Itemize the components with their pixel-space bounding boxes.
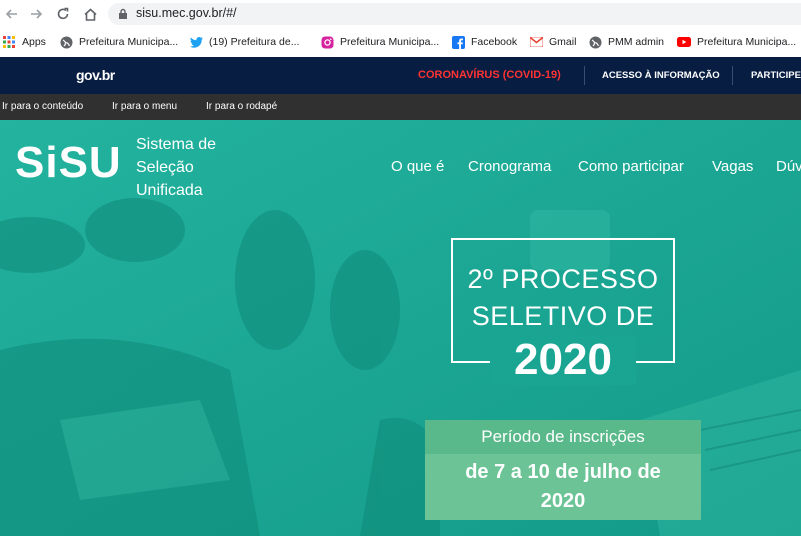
- divider: [732, 66, 733, 85]
- bookmark-prefeitura-1[interactable]: Prefeitura Municipa...: [59, 34, 178, 50]
- bookmark-youtube[interactable]: Prefeitura Municipa...: [677, 34, 796, 50]
- gov-br-logo[interactable]: gov.br: [76, 67, 115, 83]
- inscricoes-period-box: Período de inscrições de 7 a 10 de julho…: [425, 420, 701, 520]
- skip-to-footer-link[interactable]: Ir para o rodapé: [206, 101, 277, 112]
- bookmark-label: PMM admin: [608, 36, 665, 48]
- subtitle-line: Seleção: [136, 159, 194, 176]
- period-dates: de 7 a 10 de julho de 2020: [425, 458, 701, 516]
- bookmark-label: Facebook: [471, 36, 518, 48]
- apps-grid-icon: [2, 35, 16, 49]
- browser-toolbar: sisu.mec.gov.br/#/: [0, 0, 801, 28]
- reload-icon: [57, 7, 69, 20]
- gov-br-bar: gov.br CORONAVÍRUS (COVID-19) ACESSO À I…: [0, 57, 801, 94]
- covid-link[interactable]: CORONAVÍRUS (COVID-19): [418, 69, 561, 81]
- bookmark-label: Prefeitura Municipa...: [340, 36, 440, 48]
- participe-link[interactable]: PARTICIPE: [751, 70, 801, 81]
- bookmark-instagram[interactable]: Prefeitura Municipa...: [320, 34, 439, 50]
- bookmark-label: Gmail: [549, 36, 577, 48]
- bookmark-label: Prefeitura Municipa...: [79, 36, 179, 48]
- bookmark-twitter[interactable]: (19) Prefeitura de...: [189, 34, 299, 50]
- skip-links-bar: Ir para o conteúdo Ir para o menu Ir par…: [0, 94, 801, 120]
- bookmark-apps[interactable]: Apps: [2, 34, 46, 50]
- subtitle-line: Unificada: [136, 182, 203, 199]
- hero-banner: SiSU Sistema de Seleção Unificada O que …: [0, 120, 801, 536]
- menu-item-cronograma[interactable]: Cronograma: [468, 158, 551, 175]
- period-dates-line: de 7 a 10 de julho de: [465, 461, 661, 483]
- back-arrow-icon: [5, 9, 17, 19]
- address-bar[interactable]: sisu.mec.gov.br/#/: [108, 3, 801, 25]
- processo-line-2: SELETIVO DE: [471, 301, 655, 331]
- subtitle-line: Sistema de: [136, 136, 217, 153]
- bookmark-label: Apps: [22, 36, 46, 48]
- menu-item-duvidas[interactable]: Dúv: [776, 158, 801, 175]
- back-button[interactable]: [1, 3, 23, 25]
- forward-button[interactable]: [25, 3, 47, 25]
- bookmark-label: (19) Prefeitura de...: [209, 36, 300, 48]
- globe-icon: [588, 35, 602, 49]
- skip-to-menu-link[interactable]: Ir para o menu: [112, 101, 177, 112]
- menu-item-vagas[interactable]: Vagas: [712, 158, 753, 175]
- period-dates-line: 2020: [540, 490, 586, 512]
- bookmark-label: Prefeitura Municipa...: [697, 36, 797, 48]
- acesso-informacao-link[interactable]: ACESSO À INFORMAÇÃO: [602, 70, 720, 81]
- bookmark-facebook[interactable]: Facebook: [451, 34, 517, 50]
- facebook-icon: [451, 35, 465, 49]
- twitter-icon: [189, 35, 203, 49]
- gmail-icon: [529, 35, 543, 49]
- menu-item-como-participar[interactable]: Como participar: [578, 158, 684, 175]
- lock-icon: [119, 8, 127, 19]
- globe-icon: [59, 35, 73, 49]
- home-icon: [83, 7, 97, 21]
- home-button[interactable]: [79, 3, 101, 25]
- skip-to-content-link[interactable]: Ir para o conteúdo: [2, 101, 83, 112]
- bookmark-gmail[interactable]: Gmail: [529, 34, 576, 50]
- instagram-icon: [320, 35, 334, 49]
- sisu-logo[interactable]: SiSU: [15, 138, 122, 188]
- forward-arrow-icon: [31, 9, 43, 19]
- period-label: Período de inscrições: [425, 420, 701, 454]
- menu-item-o-que-e[interactable]: O que é: [391, 158, 444, 175]
- url-text: sisu.mec.gov.br/#/: [136, 6, 237, 20]
- sisu-subtitle: Sistema de Seleção Unificada: [136, 133, 216, 202]
- bookmark-pmm-admin[interactable]: PMM admin: [588, 34, 664, 50]
- reload-button[interactable]: [52, 3, 74, 25]
- youtube-icon: [677, 35, 691, 49]
- processo-year: 2020: [490, 335, 636, 385]
- bookmarks-bar: Apps Prefeitura Municipa... (19) Prefeit…: [0, 28, 801, 55]
- divider: [584, 66, 585, 85]
- processo-line-1: 2º PROCESSO: [467, 264, 659, 294]
